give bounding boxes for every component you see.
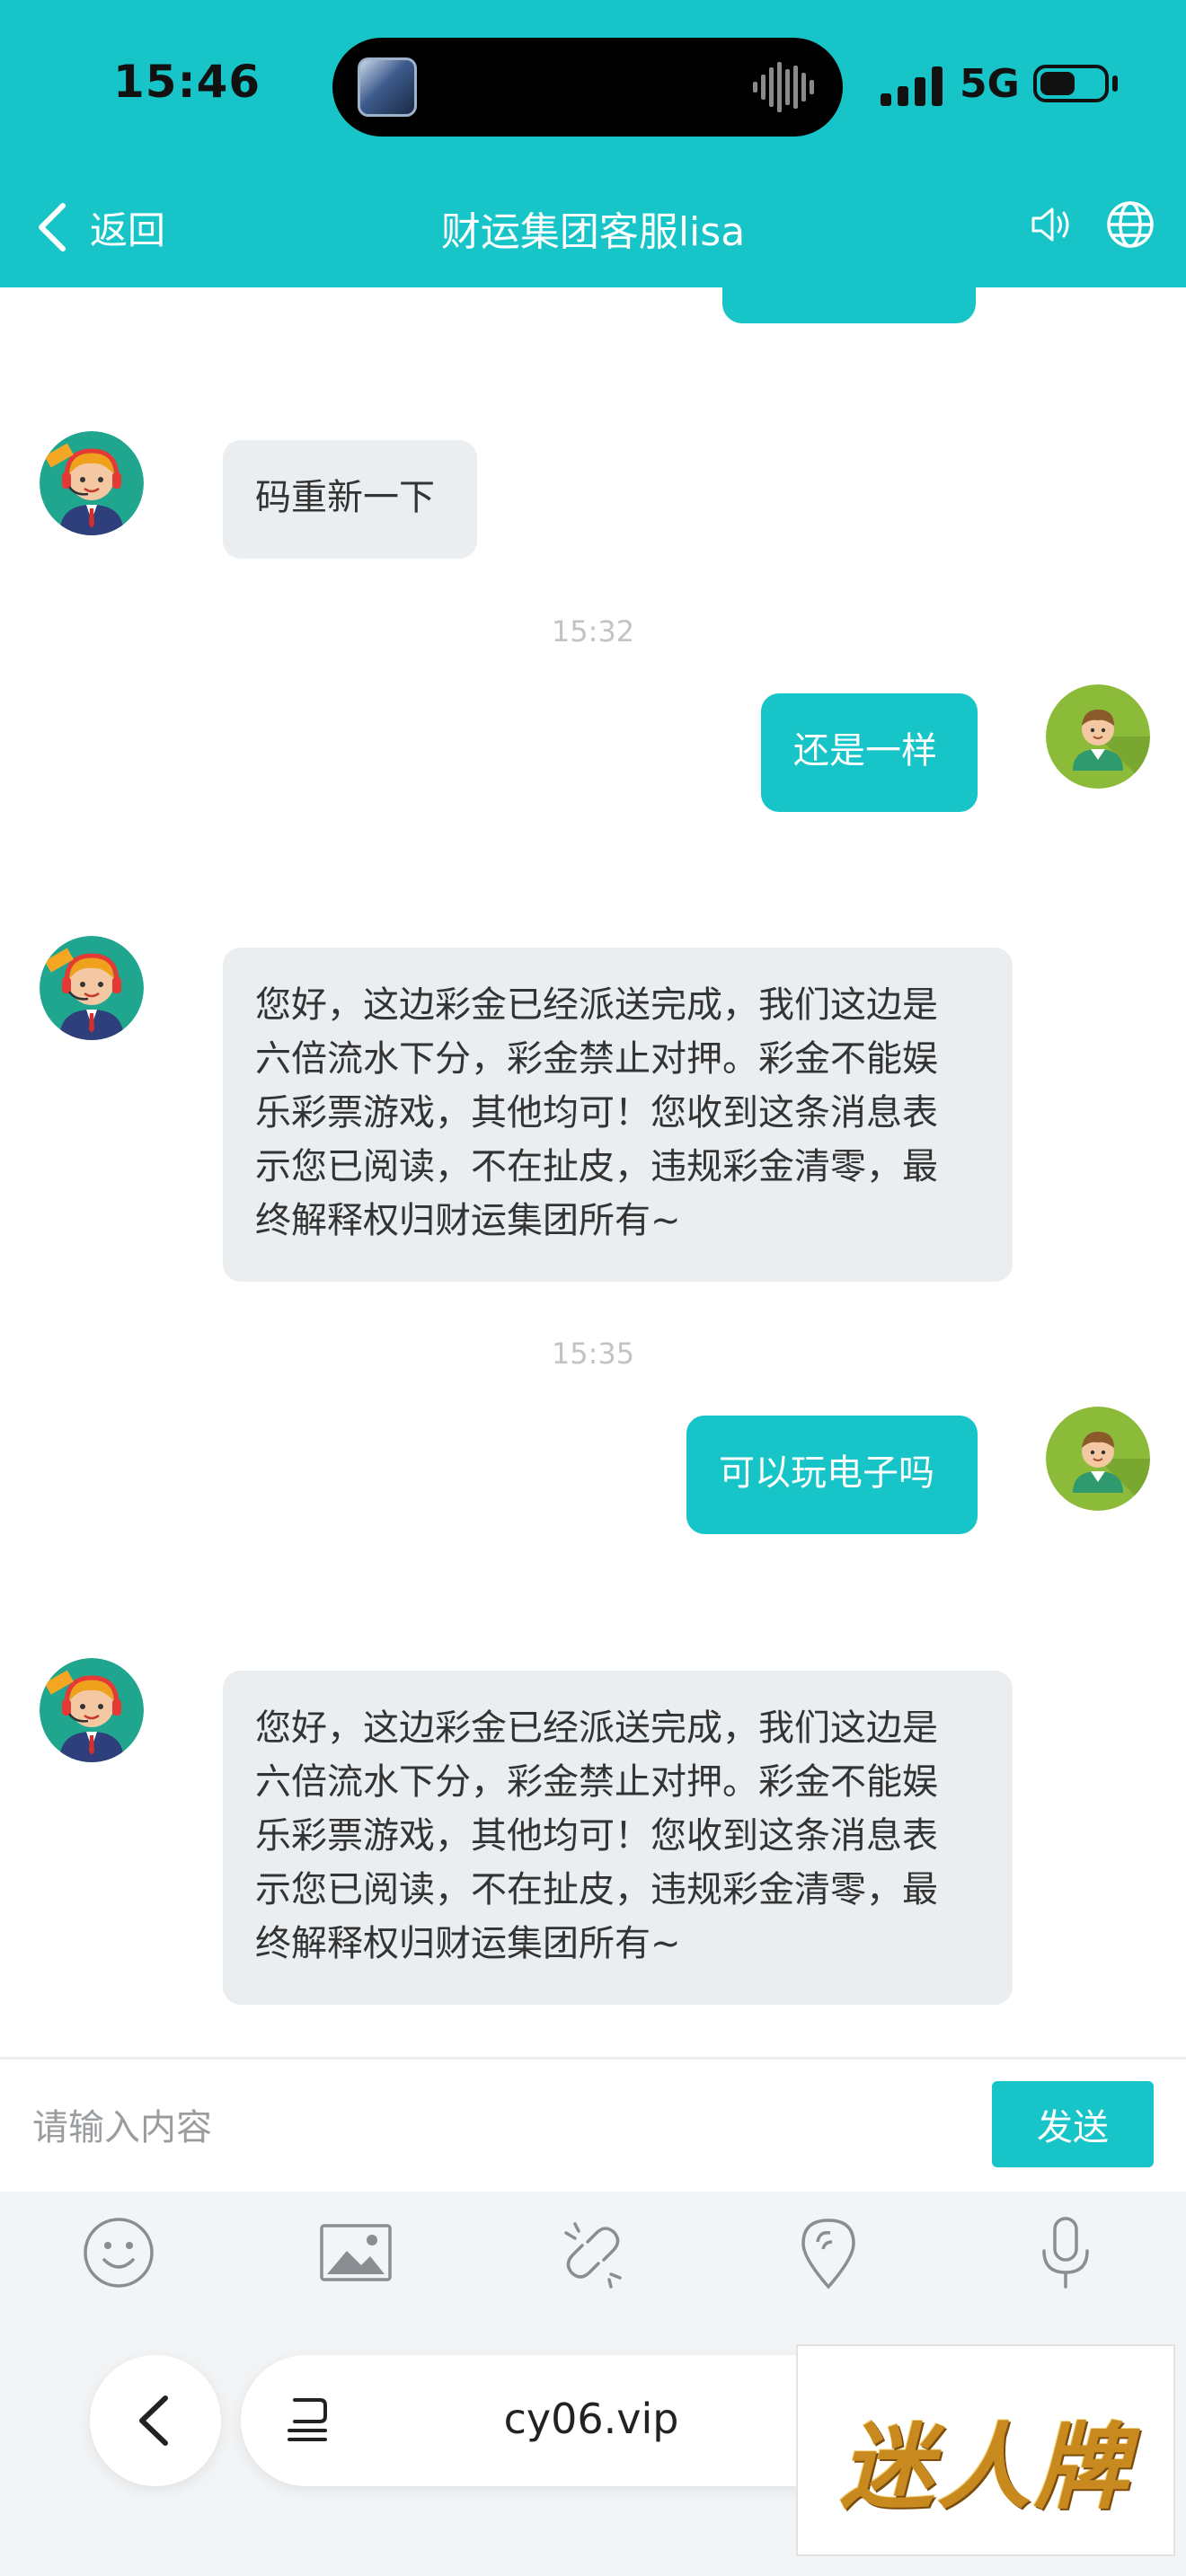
watermark-logo: 迷人牌: [796, 2344, 1175, 2556]
agent-avatar[interactable]: [40, 1658, 144, 1762]
location-icon: [801, 2219, 855, 2289]
link-button[interactable]: [555, 2215, 631, 2290]
message-line: 示您已阅读，不在扯皮，违规彩金清零，最: [255, 1869, 938, 1910]
emoji-button[interactable]: [81, 2215, 156, 2290]
message-line: 终解释权归财运集团所有~: [255, 1923, 681, 1964]
dynamic-island[interactable]: [332, 38, 843, 137]
previous-message-bubble: [722, 278, 976, 323]
location-button[interactable]: [791, 2215, 866, 2290]
message-input-bar: 发送: [0, 2057, 1186, 2192]
message-timestamp: 15:35: [551, 1337, 635, 1371]
agent-avatar-icon: [40, 431, 144, 535]
message-bubble[interactable]: 您好，这边彩金已经派送完成，我们这边是 六倍流水下分，彩金禁止对押。彩金不能娱 …: [223, 1671, 1013, 2005]
network-label: 5G: [960, 61, 1020, 107]
page-title: 财运集团客服lisa: [440, 209, 746, 255]
back-button[interactable]: 返回: [36, 196, 165, 259]
user-avatar-icon: [1046, 1407, 1150, 1511]
message-line: 您好，这边彩金已经派送完成，我们这边是: [255, 984, 938, 1026]
signal-icon: [881, 66, 943, 106]
audio-wave-icon: [753, 62, 814, 112]
agent-avatar[interactable]: [40, 936, 144, 1040]
message-text: 可以玩电子吗: [719, 1452, 934, 1494]
image-icon: [320, 2224, 392, 2281]
agent-avatar-icon: [40, 936, 144, 1040]
chevron-left-icon: [39, 203, 66, 251]
globe-icon[interactable]: [1105, 199, 1155, 250]
agent-avatar[interactable]: [40, 431, 144, 535]
message-line: 六倍流水下分，彩金禁止对押。彩金不能娱: [255, 1761, 938, 1803]
message-bubble[interactable]: 可以玩电子吗: [686, 1416, 978, 1534]
message-line: 六倍流水下分，彩金禁止对押。彩金不能娱: [255, 1038, 938, 1080]
header-bar: 15:46 5G 返回 财运集团客服lisa: [0, 0, 1186, 287]
message-text: 码重新一下: [255, 477, 435, 518]
agent-avatar-icon: [40, 1658, 144, 1762]
message-input[interactable]: [32, 2095, 967, 2160]
message-line: 您好，这边彩金已经派送完成，我们这边是: [255, 1707, 938, 1749]
user-avatar[interactable]: [1046, 684, 1150, 789]
message-line: 示您已阅读，不在扯皮，违规彩金清零，最: [255, 1146, 938, 1187]
status-time: 15:46: [113, 56, 261, 108]
input-toolbar: [0, 2192, 1186, 2308]
message-line: 乐彩票游戏，其他均可！您收到这条消息表: [255, 1092, 938, 1134]
message-timestamp: 15:32: [551, 614, 635, 648]
chat-message-list[interactable]: 码重新一下 15:32 还是一样 您好，这边彩金已经派送完成，我们这边是 六倍流…: [0, 278, 1186, 2057]
back-label: 返回: [90, 207, 166, 252]
user-avatar-icon: [1046, 684, 1150, 789]
message-bubble[interactable]: 码重新一下: [223, 440, 477, 559]
speaker-icon[interactable]: [1028, 201, 1075, 248]
send-button[interactable]: 发送: [992, 2081, 1154, 2167]
message-text: 还是一样: [793, 730, 937, 772]
browser-bar: cy06.vip 迷人牌: [0, 2308, 1186, 2576]
browser-back-button[interactable]: [90, 2355, 221, 2486]
user-avatar[interactable]: [1046, 1407, 1150, 1511]
image-button[interactable]: [318, 2215, 394, 2290]
voice-button[interactable]: [1028, 2215, 1103, 2290]
app-screen: 15:46 5G 返回 财运集团客服lisa 码重新一下 15:32 还是一样 …: [0, 0, 1186, 2576]
chevron-left-icon: [139, 2395, 168, 2446]
watermark-text: 迷人牌: [839, 2412, 1131, 2522]
battery-icon: [1033, 65, 1109, 102]
message-bubble[interactable]: 您好，这边彩金已经派送完成，我们这边是 六倍流水下分，彩金禁止对押。彩金不能娱 …: [223, 948, 1013, 1282]
message-bubble[interactable]: 还是一样: [761, 693, 978, 812]
emoji-icon: [84, 2218, 154, 2288]
media-thumbnail: [358, 57, 417, 117]
message-line: 终解释权归财运集团所有~: [255, 1200, 681, 1241]
battery-tip: [1112, 75, 1118, 92]
microphone-icon: [1042, 2217, 1089, 2289]
message-line: 乐彩票游戏，其他均可！您收到这条消息表: [255, 1815, 938, 1857]
link-icon: [564, 2222, 622, 2289]
